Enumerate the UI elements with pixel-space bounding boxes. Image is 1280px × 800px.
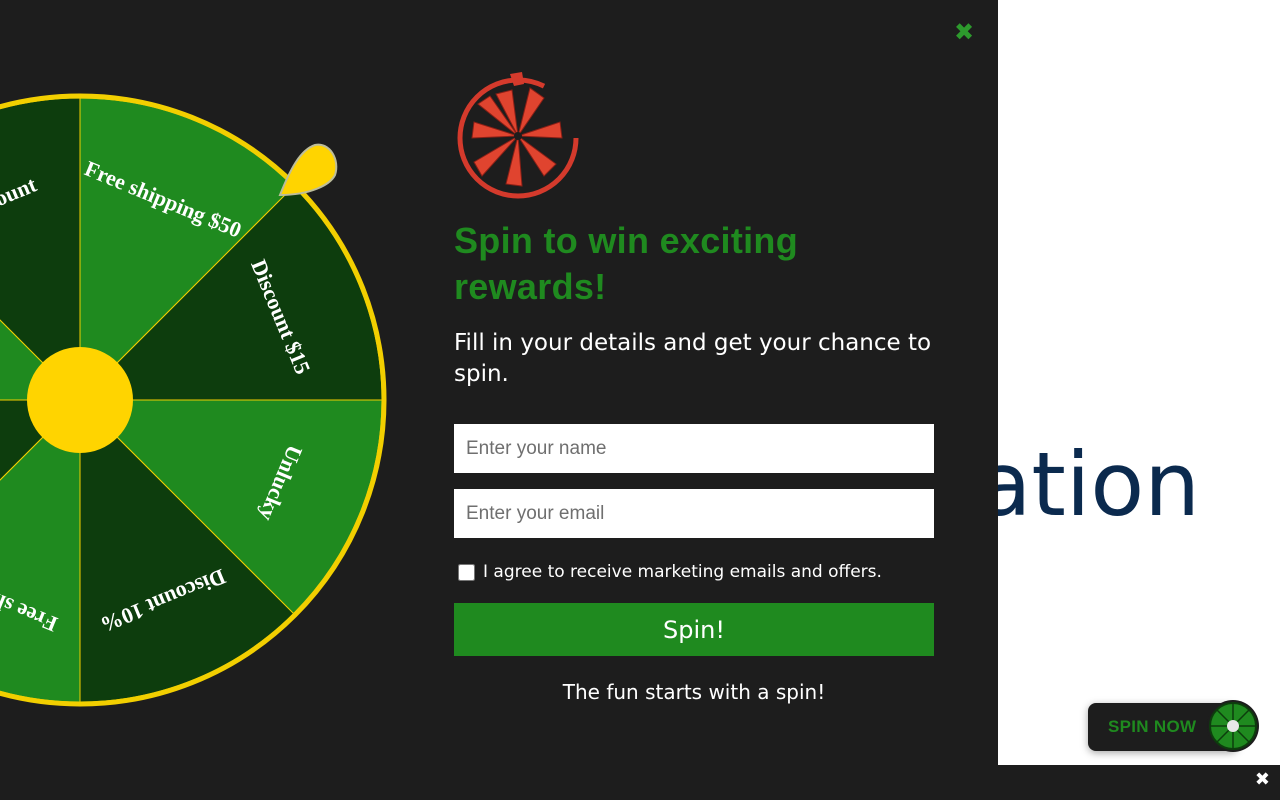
- prize-wheel-graphic: Free shipping $50Discount $15UnluckyDisc…: [0, 93, 387, 707]
- close-icon[interactable]: ✖: [952, 20, 976, 44]
- spin-button[interactable]: Spin!: [454, 603, 934, 656]
- consent-checkbox[interactable]: [458, 563, 475, 581]
- mini-wheel-icon[interactable]: [1206, 699, 1260, 753]
- consent-label: I agree to receive marketing emails and …: [483, 562, 882, 582]
- popup-title: Spin to win exciting rewards!: [454, 220, 799, 307]
- close-icon[interactable]: ✖: [1255, 771, 1270, 789]
- email-input[interactable]: [454, 489, 934, 538]
- name-input[interactable]: [454, 424, 934, 473]
- wheel-logo-icon: [452, 68, 584, 200]
- popup-subtitle: Fill in your details and get your chance…: [454, 330, 932, 387]
- tagline: The fun starts with a spin!: [562, 680, 826, 704]
- consent-row[interactable]: I agree to receive marketing emails and …: [456, 562, 936, 582]
- prize-wheel: Free shipping $50 Discount $15 Unlucky Disc…: [0, 90, 390, 710]
- bottom-bar: ✖: [998, 765, 1280, 800]
- wheel-hub: [27, 347, 133, 453]
- spin-wheel-popup: ✖ Free shipping $50 Discount $15 Unlucky Di…: [0, 0, 998, 800]
- wheel-pointer: [278, 143, 338, 197]
- spin-now-label: SPIN NOW: [1108, 717, 1197, 736]
